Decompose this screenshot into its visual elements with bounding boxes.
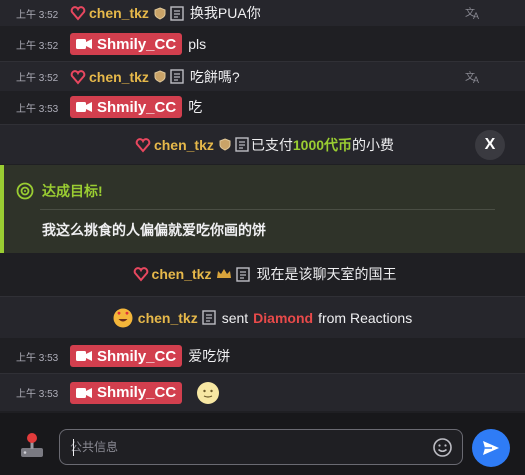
emoji-picker-icon[interactable] [433,438,452,457]
gift-item: Diamond [253,309,314,326]
username[interactable]: chen_tkz [89,5,149,21]
camera-icon [76,351,92,361]
chat-message: 上午 3:53 Shmily_CC [0,373,525,411]
tip-amount: 1000代币 [292,136,353,153]
username[interactable]: chen_tkz [89,69,149,85]
timestamp: 上午 3:52 [16,73,59,84]
tip-prefix: 已支付 [250,136,293,153]
streamer-badge[interactable]: Shmily_CC [70,345,183,367]
message-text: 吃餅嗎? [189,68,240,85]
shield-badge-icon [154,6,166,20]
timestamp: 上午 3:52 [16,40,59,52]
goal-achieved-card: 达成目标! 我这么挑食的人偏偏就爱吃你画的饼 [0,165,525,253]
heart-badge-icon [70,6,86,21]
chat-message: 上午 3:52 Shmily_CC pls [0,29,525,59]
timestamp: 上午 3:53 [16,352,59,364]
message-input-box[interactable] [59,429,463,465]
chat-message: 上午 3:53 Shmily_CC 吃 [0,92,525,122]
goal-divider [40,209,495,210]
camera-icon [76,39,92,49]
username[interactable]: chen_tkz [152,266,212,282]
goal-text: 我这么挑食的人偏偏就爱吃你画的饼 [42,222,266,238]
chat-input-bar [0,413,525,475]
document-badge-icon [170,5,184,21]
translate-icon[interactable]: 文A [465,6,481,20]
target-icon [16,182,34,200]
x-share-button[interactable]: X [475,129,505,160]
tip-suffix: 的小费 [352,136,395,153]
heart-badge-icon [133,267,148,282]
crown-icon [217,269,232,278]
heart-badge-icon [70,69,86,85]
smile-emoji-icon [197,381,220,404]
streamer-badge[interactable]: Shmily_CC [70,96,183,118]
shield-badge-icon [154,70,166,83]
camera-icon [76,102,92,112]
document-badge-icon [170,69,184,84]
gift-pre: sent [221,309,249,326]
timestamp: 上午 3:53 [16,389,59,400]
goal-title: 达成目标! [42,183,103,199]
gift-notice: chen_tkz sent Diamond from Reactions [0,296,525,338]
timestamp: 上午 3:52 [16,9,59,21]
streamer-badge[interactable]: Shmily_CC [70,33,183,55]
svg-text:A: A [473,11,479,20]
camera-icon [76,387,92,398]
message-input[interactable] [70,430,430,464]
timestamp: 上午 3:53 [16,103,59,115]
joystick-icon[interactable] [18,431,46,459]
streamer-badge[interactable]: Shmily_CC [70,381,183,404]
username: Shmily_CC [97,347,177,365]
username[interactable]: chen_tkz [154,137,214,153]
heart-badge-icon [135,137,151,153]
chat-message: 上午 3:53 Shmily_CC 爱吃饼 [0,341,525,371]
document-badge-icon [236,266,251,282]
king-text: 现在是该聊天室的国王 [256,266,397,282]
send-arrow-icon [483,441,499,455]
king-notice: chen_tkz 现在是该聊天室的国王 [0,256,525,292]
svg-text:A: A [473,75,479,84]
chat-message: 上午 3:52 chen_tkz 吃餅嗎? 文A [0,61,525,91]
send-button[interactable] [472,429,510,467]
message-text: 换我PUA你 [189,5,261,21]
heart-eyes-emoji-icon [113,308,133,327]
username: Shmily_CC [97,35,177,53]
username[interactable]: chen_tkz [138,310,198,326]
x-logo-icon: X [484,135,496,153]
message-text: 吃 [188,99,203,115]
chat-message: 上午 3:52 chen_tkz 换我PUA你 文A [0,0,525,26]
gift-post: from Reactions [318,309,413,326]
chat-feed: 上午 3:52 chen_tkz 换我PUA你 文A 上午 3:52 Shmil… [0,0,525,413]
text-caret [73,439,74,456]
message-text: 爱吃饼 [188,348,231,364]
shield-badge-icon [219,138,231,151]
document-badge-icon [235,137,249,152]
document-badge-icon [202,310,216,325]
tip-notice: chen_tkz 已支付 1000代币 的小费 X [0,124,525,164]
username: Shmily_CC [97,98,177,116]
translate-icon[interactable]: 文A [465,70,481,84]
username: Shmily_CC [97,384,177,401]
message-text: pls [188,36,207,52]
